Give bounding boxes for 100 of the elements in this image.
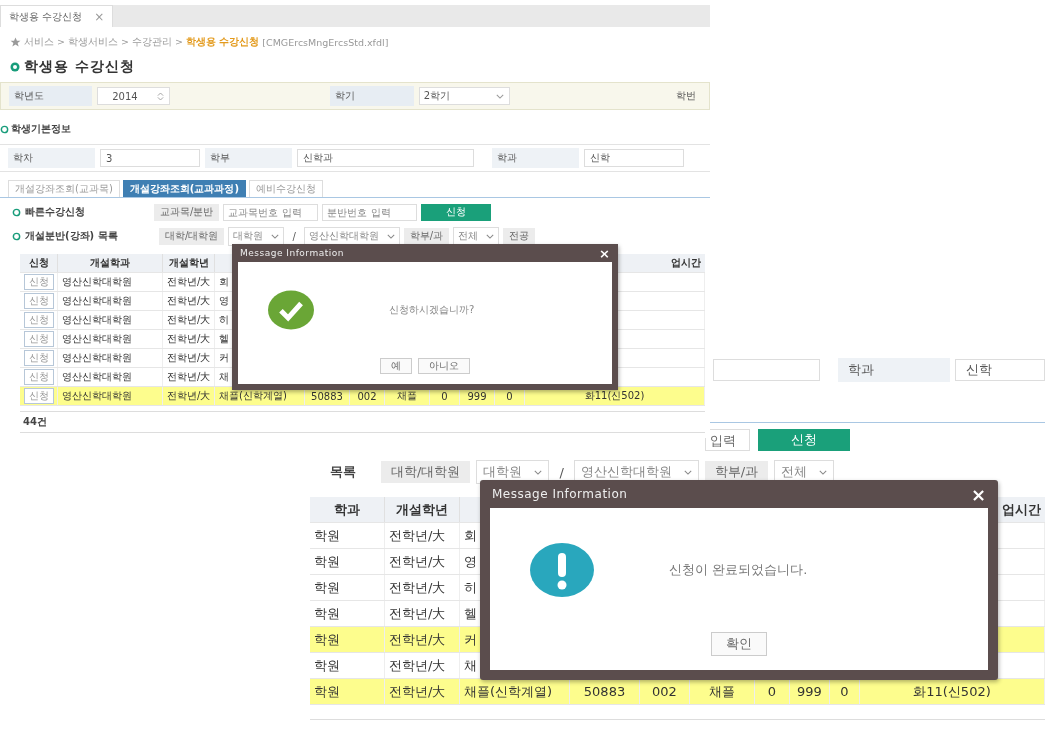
chevron-down-icon	[386, 233, 395, 239]
apply-button[interactable]: 신청	[24, 312, 54, 328]
table-cell: 학원	[310, 653, 385, 678]
table-cell: 전학년/大	[163, 349, 215, 367]
close-button[interactable]: ×	[94, 9, 105, 24]
table-cell: 학원	[310, 549, 385, 574]
field-label: 학부	[205, 148, 292, 168]
table-cell: 전학년/大	[163, 330, 215, 348]
chevron-down-icon	[819, 469, 828, 475]
text-field[interactable]	[713, 359, 820, 381]
exclamation-icon	[530, 543, 594, 597]
apply-button[interactable]: 신청	[421, 203, 492, 221]
table-cell: 영산신학대학원	[58, 330, 163, 348]
table-cell: 전학년/大	[385, 627, 460, 652]
filter-label: 학부/과	[403, 227, 450, 245]
checkmark-icon	[268, 290, 314, 330]
table-cell: 전학년/大	[385, 653, 460, 678]
tab[interactable]: 예비수강신청	[248, 180, 323, 197]
table-cell: 영산신학대학원	[58, 349, 163, 367]
table-cell: 영산신학대학원	[58, 292, 163, 310]
table-cell: 전학년/大	[163, 273, 215, 291]
dialog-title: Message Information	[492, 487, 628, 501]
table-row[interactable]: 학원 전학년/大 채플(신학계열) 50883 002 채플 0 999 0 화11(신502)	[310, 679, 1045, 705]
column-header: 개설학년	[385, 497, 460, 522]
apply-button[interactable]: 신청	[24, 388, 54, 404]
table-cell: 전학년/大	[385, 679, 460, 704]
dialog-button[interactable]: 예	[380, 358, 412, 374]
table-cell: 영산신학대학원	[58, 368, 163, 386]
text-field[interactable]: 신학	[955, 359, 1045, 381]
document-tab[interactable]: 학생용 수강신청 ×	[0, 5, 114, 27]
row-count: 44건	[23, 415, 47, 429]
chevron-down-icon	[534, 469, 543, 475]
filter-label: 대학/대학원	[381, 461, 471, 483]
apply-button[interactable]: 신청	[24, 293, 54, 309]
dialog-button[interactable]: 확인	[711, 632, 767, 656]
table-cell: 영산신학대학원	[58, 273, 163, 291]
column-header: 신청	[20, 254, 58, 272]
file-name: [CMGErcsMngErcsStd.xfdl]	[262, 36, 389, 48]
separator-text: /	[558, 464, 565, 480]
tab[interactable]: 개설강좌조회(교과목)	[8, 180, 120, 197]
section-title: 학생기본정보	[11, 122, 71, 136]
filter-label: 대학/대학원	[159, 227, 225, 245]
dropdown[interactable]: 2학기	[418, 87, 510, 105]
filter-label: 교과목/분반	[154, 203, 220, 221]
tab[interactable]: 개설강좌조회(교과과정)	[122, 180, 246, 197]
apply-button[interactable]: 신청	[24, 350, 54, 366]
chevron-down-icon	[271, 233, 280, 239]
column-header: 업시간	[670, 256, 702, 270]
bullet-icon	[0, 124, 9, 134]
close-button[interactable]: ×	[970, 483, 986, 505]
bullet-icon	[12, 207, 21, 217]
column-header: 학과	[310, 497, 385, 522]
input-field[interactable]: 입력	[705, 429, 750, 451]
apply-button[interactable]: 신청	[24, 274, 54, 290]
table-cell: 영산신학대학원	[58, 387, 163, 405]
table-cell: 전학년/大	[163, 311, 215, 329]
spinner-arrows-icon	[156, 90, 164, 102]
field-label: 학번	[674, 89, 697, 103]
filter-label: 전공	[503, 227, 536, 245]
chevron-down-icon	[486, 233, 495, 239]
input-field[interactable]: 분반번호 입력	[322, 203, 418, 221]
dropdown[interactable]: 대학원	[228, 226, 285, 246]
separator-text: /	[291, 230, 297, 242]
breadcrumb-path: 서비스 > 학생서비스 > 수강관리 >	[24, 35, 183, 49]
table-cell: 전학년/大	[163, 368, 215, 386]
dialog-message: 신청하시겠습니까?	[389, 303, 475, 317]
table-cell: 전학년/大	[385, 601, 460, 626]
dialog-title: Message Information	[240, 248, 344, 258]
table-cell: 학원	[310, 601, 385, 626]
breadcrumb-current: 학생용 수강신청	[186, 35, 260, 49]
column-header: 개설학년	[163, 254, 215, 272]
chevron-down-icon	[683, 469, 692, 475]
column-header: 개설학과	[58, 254, 163, 272]
bullet-icon	[10, 62, 20, 72]
column-header: 업시간	[1001, 500, 1042, 519]
apply-button[interactable]: 신청	[24, 369, 54, 385]
table-cell: 학원	[310, 627, 385, 652]
input-field[interactable]: 교과목번호 입력	[223, 203, 319, 221]
table-cell: 전학년/大	[385, 549, 460, 574]
section-title: 목록	[330, 463, 357, 481]
star-icon	[10, 36, 21, 48]
section-title: 개설분반(강좌) 목록	[25, 229, 119, 243]
table-cell: 학원	[310, 575, 385, 600]
field-label: 학기	[330, 86, 414, 106]
apply-button[interactable]: 신청	[24, 331, 54, 347]
dialog-button[interactable]: 아니오	[418, 358, 470, 374]
dialog-message: 신청이 완료되었습니다.	[669, 561, 808, 579]
apply-button[interactable]: 신청	[758, 429, 850, 451]
table-cell: 전학년/大	[385, 575, 460, 600]
table-cell: 전학년/大	[163, 292, 215, 310]
field-label: 학년도	[9, 86, 93, 106]
close-button[interactable]: ×	[599, 245, 610, 261]
page-title: 학생용 수강신청	[24, 58, 135, 76]
table-cell: 전학년/大	[163, 387, 215, 405]
spinner-field[interactable]: 2014	[97, 87, 170, 105]
field-label: 학과	[492, 148, 579, 168]
bullet-icon	[12, 231, 21, 241]
filter-label: 학부/과	[704, 461, 769, 483]
field-label: 학과	[838, 358, 950, 382]
table-cell: 학원	[310, 523, 385, 548]
